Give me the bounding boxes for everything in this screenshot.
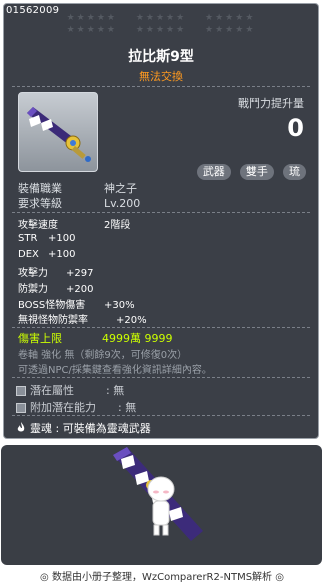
- stat-value: +20%: [116, 315, 147, 326]
- potential-row: 潛在屬性: 無: [16, 382, 124, 398]
- stat-value: 2階段: [104, 220, 131, 231]
- required-job: 裝備職業 神之子: [18, 180, 137, 196]
- divider: [12, 86, 310, 87]
- stat-attack: 攻擊力 +297: [18, 264, 93, 279]
- stat-value: +297: [66, 268, 94, 279]
- stat-boss-damage: BOSS怪物傷害 +30%: [18, 296, 135, 311]
- req-label: 裝備職業: [18, 182, 62, 195]
- potential-icon: [16, 386, 26, 396]
- divider: [12, 327, 310, 328]
- req-label: 要求等級: [18, 197, 62, 210]
- soul-flame-icon: [16, 422, 26, 433]
- divider: [12, 415, 310, 416]
- stat-value: +100: [48, 233, 76, 244]
- stat-label: 攻擊力: [18, 268, 48, 279]
- npc-hint: 可透過NPC/採集鍵查看強化資訊詳細內容。: [18, 365, 212, 376]
- req-value: Lv.200: [104, 197, 141, 210]
- divider: [12, 212, 310, 213]
- req-value: 神之子: [104, 182, 137, 195]
- item-name: 拉比斯9型: [128, 49, 194, 65]
- bonus-potential-row: 附加潛在能力: 無: [16, 399, 136, 415]
- avatar-preview: [1, 445, 322, 565]
- star-group: ★★★★★: [66, 13, 117, 23]
- stat-value: +30%: [104, 300, 135, 311]
- sword-icon: [27, 107, 91, 162]
- tag-liu: 琉: [283, 164, 306, 180]
- star-group: ★★★★★: [135, 25, 187, 35]
- soul-weapon-row: 靈魂 : 可裝備為靈魂武器: [16, 420, 151, 436]
- bonus-potential-label: 附加潛在能力: [30, 401, 96, 414]
- scroll-upgrade-info: 卷軸 強化 無（剩餘9次，可修復0次）: [18, 350, 188, 361]
- power-label: 戰鬥力提升量: [238, 97, 304, 110]
- stat-label: 攻擊速度: [18, 220, 58, 231]
- character-with-sword-icon: [113, 447, 203, 541]
- item-tags: 武器 雙手 琉: [193, 160, 306, 180]
- divider: [12, 377, 310, 378]
- stat-defense: 防禦力 +200: [18, 280, 93, 295]
- trade-status: 無法交換: [139, 70, 183, 83]
- star-group: ★★★★★: [66, 25, 117, 35]
- credits-footer: ◎ 数据由小册子整理，WzComparerR2-NTMS解析 ◎: [40, 572, 284, 583]
- power-value: 0: [287, 114, 304, 142]
- bonus-potential-value: 無: [125, 401, 137, 414]
- stat-value: +200: [66, 284, 94, 295]
- stat-attack-speed: 攻擊速度 2階段: [18, 216, 130, 231]
- tag-weapon: 武器: [196, 164, 231, 180]
- stat-label: BOSS怪物傷害: [18, 300, 86, 311]
- star-group: ★★★★★: [205, 25, 256, 35]
- stat-label: 防禦力: [18, 284, 48, 295]
- damage-cap: 傷害上限 4999萬 9999: [18, 330, 173, 346]
- damage-cap-label: 傷害上限: [18, 332, 62, 345]
- star-force: ★★★★★ ★★★★★ ★★★★★ ★★★★★ ★★★★★ ★★★★★: [4, 12, 318, 36]
- potential-value: 無: [113, 384, 125, 397]
- stat-label: DEX: [18, 249, 39, 260]
- stat-str: STR +100: [18, 233, 75, 244]
- stat-label: STR: [18, 233, 38, 244]
- bonus-potential-icon: [16, 403, 26, 413]
- stat-value: +100: [48, 249, 76, 260]
- required-level: 要求等級 Lv.200: [18, 195, 140, 211]
- star-group: ★★★★★: [135, 13, 187, 23]
- stat-ignore-defense: 無視怪物防禦率 +20%: [18, 311, 147, 326]
- stat-label: 無視怪物防禦率: [18, 315, 88, 326]
- damage-cap-value: 4999萬 9999: [102, 332, 173, 345]
- star-group: ★★★★★: [205, 13, 256, 23]
- stat-dex: DEX +100: [18, 249, 75, 260]
- item-tooltip: 01562009 ★★★★★ ★★★★★ ★★★★★ ★★★★★ ★★★★★ ★…: [3, 3, 319, 439]
- soul-weapon-text: 靈魂 : 可裝備為靈魂武器: [30, 422, 151, 435]
- potential-label: 潛在屬性: [30, 384, 74, 397]
- tag-two-handed: 雙手: [239, 164, 274, 180]
- item-icon-frame: [18, 92, 98, 172]
